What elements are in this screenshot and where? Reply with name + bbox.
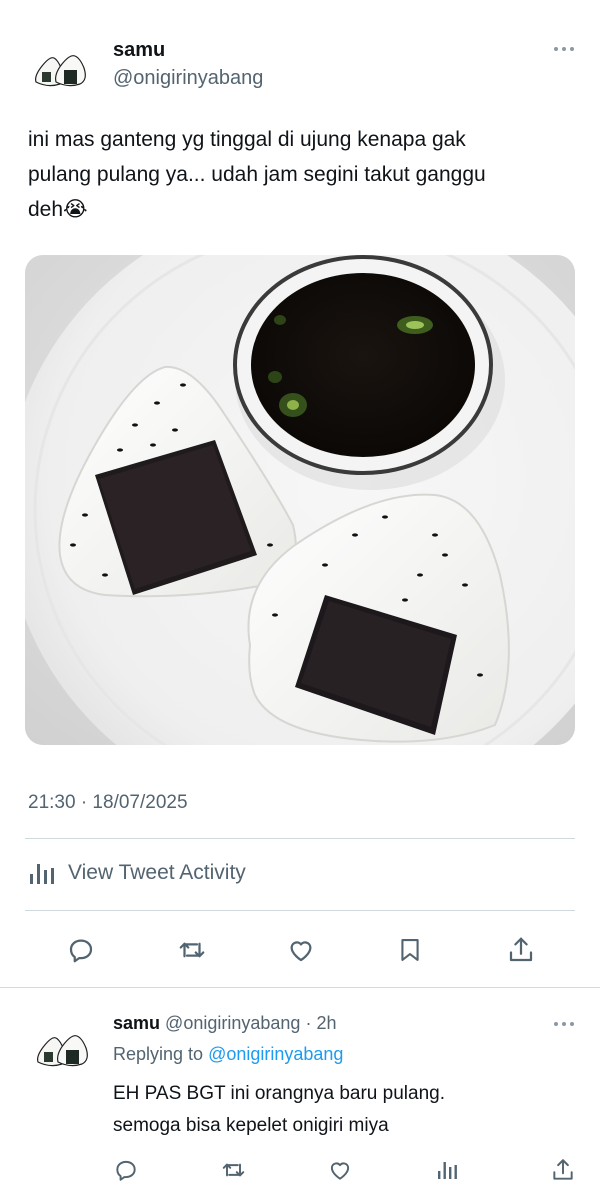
divider <box>25 838 575 839</box>
retweet-button[interactable] <box>218 1155 248 1185</box>
activity-label: View Tweet Activity <box>68 861 246 884</box>
share-icon <box>553 1159 573 1180</box>
like-button[interactable] <box>283 932 319 968</box>
reply-text-line: semoga bisa kepelet onigiri miya <box>113 1115 389 1136</box>
retweet-icon <box>179 942 205 958</box>
replying-handle-link[interactable]: @onigirinyabang <box>208 1044 343 1064</box>
like-button[interactable] <box>325 1155 355 1185</box>
reply-text: EH PAS BGT ini orangnya baru pulang. sem… <box>113 1078 573 1142</box>
bookmark-button[interactable] <box>392 932 428 968</box>
user-handle[interactable]: @onigirinyabang <box>165 1013 300 1033</box>
tweet-text-line: ini mas ganteng yg tinggal di ujung kena… <box>28 128 466 151</box>
share-icon <box>509 937 533 962</box>
display-name[interactable]: samu <box>113 39 165 62</box>
divider <box>0 987 600 988</box>
replying-to: Replying to @onigirinyabang <box>113 1044 343 1065</box>
tweet-text: ini mas ganteng yg tinggal di ujung kena… <box>28 122 573 227</box>
heart-icon <box>330 1162 350 1180</box>
heart-icon <box>290 941 312 962</box>
onigiri-avatar-icon <box>30 1016 92 1078</box>
onigiri-photo <box>25 255 575 745</box>
share-button[interactable] <box>503 932 539 968</box>
retweet-icon <box>222 1163 244 1177</box>
reply-text-line: EH PAS BGT ini orangnya baru pulang. <box>113 1083 445 1104</box>
more-dots-icon[interactable] <box>554 47 574 51</box>
divider <box>25 910 575 911</box>
view-tweet-activity-button[interactable]: View Tweet Activity <box>28 860 246 886</box>
views-button[interactable] <box>432 1155 462 1185</box>
replying-prefix: Replying to <box>113 1044 204 1064</box>
comment-bubble-icon <box>116 1160 136 1181</box>
reply-header: samu @onigirinyabang · 2h <box>113 1013 336 1034</box>
user-handle[interactable]: @onigirinyabang <box>113 67 263 90</box>
reply-button[interactable] <box>111 1155 141 1185</box>
more-dots-icon[interactable] <box>554 1022 574 1026</box>
display-name[interactable]: samu <box>113 1013 160 1033</box>
bookmark-icon <box>401 939 419 961</box>
avatar[interactable] <box>30 1016 92 1078</box>
tweet-age[interactable]: 2h <box>316 1013 336 1033</box>
tweet-photo[interactable] <box>25 255 575 745</box>
avatar[interactable] <box>28 36 90 98</box>
views-icon <box>438 1162 457 1179</box>
separator: · <box>305 1013 312 1033</box>
onigiri-avatar-icon <box>28 36 90 98</box>
tweet-text-line: deh😭 <box>28 198 88 221</box>
retweet-button[interactable] <box>174 932 210 968</box>
share-button[interactable] <box>548 1155 578 1185</box>
reply-button[interactable] <box>63 932 99 968</box>
tweet-timestamp: 21:30 · 18/07/2025 <box>28 792 188 813</box>
bar-chart-icon <box>30 864 54 884</box>
tweet-text-line: pulang pulang ya... udah jam segini taku… <box>28 163 486 186</box>
comment-bubble-icon <box>69 939 93 963</box>
